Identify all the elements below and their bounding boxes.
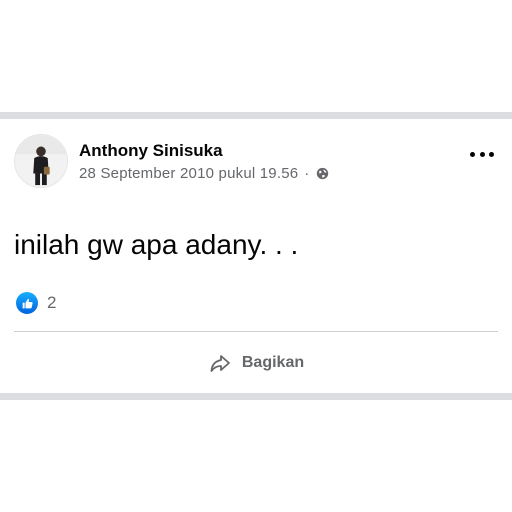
post-author-name[interactable]: Anthony Sinisuka xyxy=(79,141,223,161)
post-timestamp[interactable]: 28 September 2010 pukul 19.56 xyxy=(79,165,298,182)
screen: Anthony Sinisuka 28 September 2010 pukul… xyxy=(0,0,512,512)
more-options-icon[interactable] xyxy=(470,147,494,161)
post-card: Anthony Sinisuka 28 September 2010 pukul… xyxy=(0,119,512,393)
feed-divider-bottom xyxy=(0,393,512,400)
post-meta: 28 September 2010 pukul 19.56 · xyxy=(79,165,329,182)
share-arrow-icon xyxy=(210,355,230,372)
globe-icon xyxy=(316,167,328,180)
meta-separator: · xyxy=(304,165,310,182)
share-label: Bagikan xyxy=(241,354,305,371)
avatar-image xyxy=(15,135,67,187)
share-button[interactable]: Bagikan xyxy=(0,343,512,383)
feed-divider-top xyxy=(0,112,512,119)
avatar[interactable] xyxy=(14,134,68,188)
post-text: inilah gw apa adany. . . xyxy=(14,229,299,260)
reaction-summary[interactable]: 2 xyxy=(16,292,56,314)
like-icon xyxy=(16,292,38,314)
reaction-count: 2 xyxy=(47,293,57,312)
actions-divider xyxy=(14,331,498,332)
